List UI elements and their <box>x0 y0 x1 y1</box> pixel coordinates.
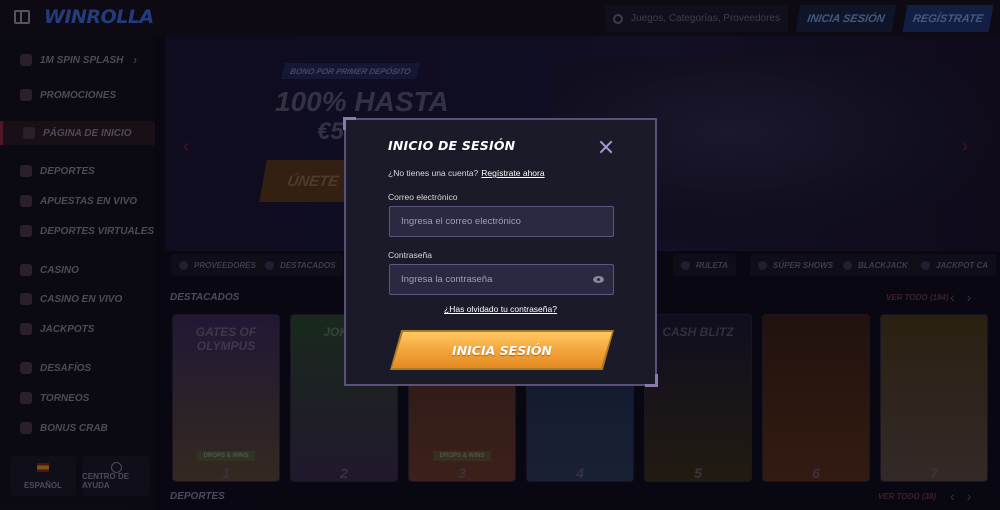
password-field[interactable] <box>390 265 613 294</box>
password-field-wrapper <box>389 264 614 295</box>
password-label: Contraseña <box>388 250 432 260</box>
modal-title: INICIO DE SESIÓN <box>388 138 516 153</box>
login-submit-button[interactable]: INICIA SESIÓN <box>390 330 614 370</box>
login-modal: INICIO DE SESIÓN ¿No tienes una cuenta? R… <box>343 117 658 387</box>
eye-icon[interactable] <box>593 276 604 283</box>
no-account-text: ¿No tienes una cuenta? Regístrate ahora <box>388 168 545 178</box>
email-label: Correo electrónico <box>388 192 458 202</box>
no-account-label: ¿No tienes una cuenta? <box>388 168 479 178</box>
email-field[interactable] <box>390 207 613 236</box>
login-submit-label: INICIA SESIÓN <box>452 342 552 358</box>
email-field-wrapper <box>389 206 614 237</box>
casino-page: WINROLLA Juegos, Categorías, Proveedores… <box>0 0 1000 510</box>
close-icon[interactable] <box>598 139 614 155</box>
forgot-password-link[interactable]: ¿Has olvidado tu contraseña? <box>346 304 655 314</box>
register-link[interactable]: Regístrate ahora <box>481 168 544 178</box>
